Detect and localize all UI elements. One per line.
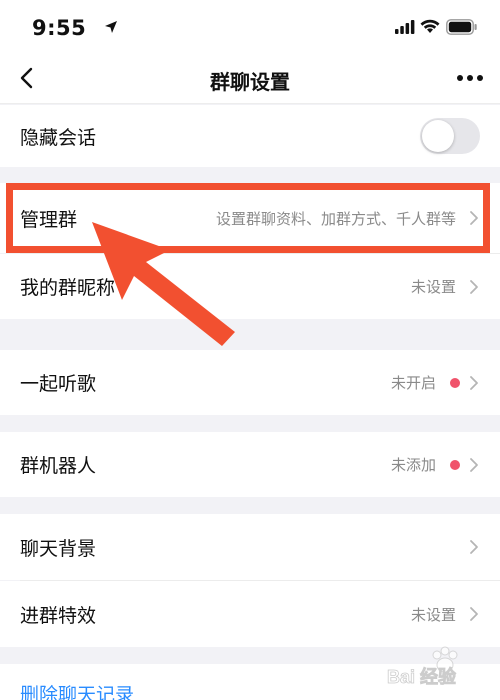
chat-background-row[interactable]: 聊天背景: [0, 514, 500, 580]
cellular-signal-icon: [395, 20, 415, 34]
hide-chat-toggle[interactable]: [420, 118, 480, 154]
chevron-right-icon: [470, 540, 478, 554]
watermark-text: Bai 经验: [387, 666, 457, 687]
delete-chat-history-link[interactable]: 删除聊天记录: [20, 680, 134, 700]
location-arrow-icon: [105, 21, 117, 33]
my-nickname-row[interactable]: 我的群昵称 未设置: [0, 254, 500, 319]
new-indicator-dot: [450, 459, 460, 470]
hide-chat-label: 隐藏会话: [20, 126, 97, 149]
my-nickname-value: 未设置: [410, 278, 456, 296]
chat-background-label: 聊天背景: [20, 537, 97, 560]
chevron-right-icon: [470, 607, 478, 621]
join-effect-value: 未设置: [410, 605, 456, 624]
chevron-right-icon: [470, 279, 478, 294]
chevron-right-icon: [470, 457, 478, 472]
listen-together-row[interactable]: 一起听歌 未开启: [0, 350, 500, 415]
page-title: 群聊设置: [210, 70, 290, 94]
chevron-right-icon: [470, 375, 478, 390]
wifi-icon: [420, 19, 440, 33]
hide-chat-row: 隐藏会话: [0, 105, 500, 167]
new-indicator-dot: [450, 377, 460, 388]
toggle-knob: [422, 120, 454, 152]
status-time: 9:55: [32, 16, 87, 40]
chevron-right-icon: [470, 211, 478, 225]
status-bar: 9:55: [0, 0, 500, 52]
group-robot-row[interactable]: 群机器人 未添加: [0, 432, 500, 497]
manage-group-value: 设置群聊资料、加群方式、千人群等: [215, 209, 456, 228]
listen-together-label: 一起听歌: [20, 373, 97, 395]
listen-together-value: 未开启: [390, 374, 436, 392]
manage-group-row[interactable]: 管理群 设置群聊资料、加群方式、千人群等: [0, 183, 500, 253]
join-effect-label: 进群特效: [20, 604, 97, 627]
my-nickname-label: 我的群昵称: [20, 277, 116, 299]
battery-icon: [446, 19, 477, 35]
baidu-jingyan-watermark: Bai 经验: [385, 645, 495, 693]
group-robot-value: 未添加: [390, 456, 436, 474]
paw-logo-icon: Bai 经验: [387, 646, 458, 687]
nav-bar: 群聊设置: [0, 52, 500, 104]
group-robot-label: 群机器人: [20, 455, 97, 477]
join-effect-row[interactable]: 进群特效 未设置: [0, 581, 500, 647]
more-options-icon[interactable]: [454, 66, 486, 90]
manage-group-label: 管理群: [20, 208, 78, 231]
